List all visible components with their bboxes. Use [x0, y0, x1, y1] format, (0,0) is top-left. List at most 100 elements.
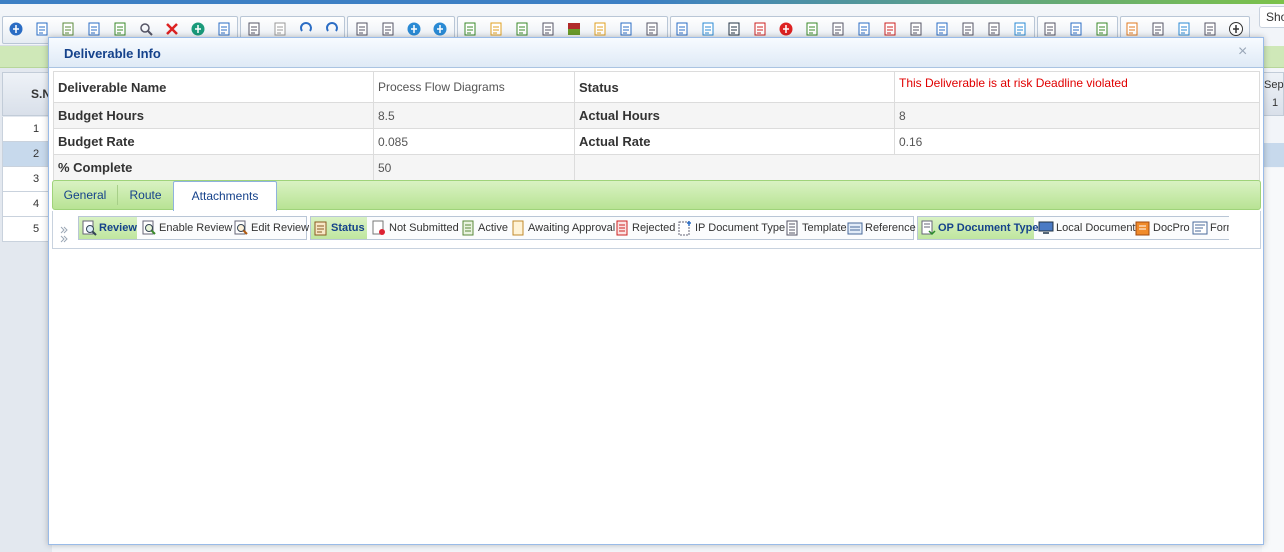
group-icon[interactable] [908, 21, 924, 37]
color-icon[interactable] [566, 21, 582, 37]
tab-route[interactable]: Route [118, 181, 173, 209]
reference-button[interactable]: Reference [845, 217, 916, 239]
link-icon[interactable] [514, 21, 530, 37]
op-document-type-button[interactable]: OP Document Type [918, 217, 1038, 239]
sheet-icon[interactable] [1124, 21, 1140, 37]
awaiting-approval-button[interactable]: Awaiting Approval [508, 217, 615, 239]
columns-icon[interactable] [462, 21, 478, 37]
refresh-icon[interactable] [190, 21, 206, 37]
tab-general[interactable]: General [53, 181, 117, 209]
delete-icon[interactable] [164, 21, 180, 37]
tab-attachments[interactable]: Attachments [173, 181, 277, 211]
back-icon[interactable] [1228, 21, 1244, 37]
chat-icon[interactable] [1012, 21, 1028, 37]
copy-doc-icon[interactable] [986, 21, 1002, 37]
new-doc-icon[interactable] [60, 21, 76, 37]
save-icon[interactable] [34, 21, 50, 37]
template-button[interactable]: Template [782, 217, 847, 239]
local-document-button[interactable]: Local Document [1036, 217, 1136, 239]
redo-icon[interactable] [324, 21, 340, 37]
globe-icon[interactable] [700, 21, 716, 37]
not-submitted-button[interactable]: Not Submitted [369, 217, 459, 239]
indent-icon[interactable] [354, 21, 370, 37]
ip-document-type-button[interactable]: IP Document Type [675, 217, 785, 239]
pencil-icon[interactable] [592, 21, 608, 37]
complete-value: 50 [373, 154, 575, 181]
ip-document-icon [677, 220, 693, 236]
info-icon[interactable] [8, 21, 24, 37]
split-icon[interactable] [540, 21, 556, 37]
enable-review-button[interactable]: Enable Review [139, 217, 232, 239]
form-button[interactable]: Form [1190, 217, 1229, 239]
export-icon[interactable] [1068, 21, 1084, 37]
copy-icon[interactable] [246, 21, 262, 37]
status-group: Status Not Submitted Active Awaiting App… [310, 216, 916, 240]
deliverable-info-dialog: Deliverable Info × Deliverable Name Proc… [48, 37, 1264, 545]
paste-icon[interactable] [272, 21, 288, 37]
status-button[interactable]: Status [311, 217, 367, 239]
close-icon[interactable]: × [1238, 43, 1247, 61]
budget-hours-value: 8.5 [373, 102, 575, 129]
status-icon [313, 220, 329, 236]
deliverable-name-value: Process Flow Diagrams [373, 71, 575, 103]
users-icon[interactable] [644, 21, 660, 37]
edit-doc-icon[interactable] [86, 21, 102, 37]
move-up-icon[interactable] [406, 21, 422, 37]
deliverable-name-label: Deliverable Name [53, 71, 374, 103]
grid-row-number[interactable]: 2 [2, 142, 52, 167]
fullscreen-icon[interactable] [216, 21, 232, 37]
local-document-label: Local Document [1056, 222, 1136, 234]
undo-icon[interactable] [298, 21, 314, 37]
grid-row-number[interactable]: 4 [2, 192, 52, 217]
budget-rate-value: 0.085 [373, 128, 575, 155]
doc-lock-icon[interactable] [674, 21, 690, 37]
template-label: Template [802, 222, 847, 234]
status-value: This Deliverable is at risk Deadline vio… [894, 71, 1260, 103]
sn-column-header[interactable]: S.N [2, 72, 52, 116]
walk-icon[interactable] [856, 21, 872, 37]
edit-icon[interactable] [618, 21, 634, 37]
dialog-header: Deliverable Info × [49, 38, 1263, 68]
rejected-button[interactable]: Rejected [612, 217, 675, 239]
assign-user-icon[interactable] [830, 21, 846, 37]
outdent-icon[interactable] [380, 21, 396, 37]
budget-hours-label: Budget Hours [53, 102, 374, 129]
notes-icon[interactable] [1202, 21, 1218, 37]
alert-icon[interactable] [778, 21, 794, 37]
columns-view-icon[interactable] [1150, 21, 1166, 37]
reference-icon [847, 220, 863, 236]
review-button[interactable]: Review [79, 217, 137, 239]
network-icon[interactable] [934, 21, 950, 37]
active-label: Active [478, 222, 508, 234]
template-icon [784, 220, 800, 236]
op-document-group: OP Document Type Local Document DocPro F… [917, 216, 1229, 240]
grid-row-number[interactable]: 5 [2, 217, 52, 242]
rejected-doc-icon [614, 220, 630, 236]
review-group: Review Enable Review Edit Review [78, 216, 309, 240]
disk-icon[interactable] [726, 21, 742, 37]
reference-label: Reference [865, 222, 916, 234]
docpro-button[interactable]: DocPro [1133, 217, 1190, 239]
print-icon[interactable] [1042, 21, 1058, 37]
edit-review-label: Edit Review [251, 222, 310, 234]
show-button[interactable]: Sho [1259, 6, 1284, 28]
search-icon[interactable] [138, 21, 154, 37]
active-doc-icon [460, 220, 476, 236]
status-label: Status [574, 71, 895, 103]
grid-row-number[interactable]: 1 [2, 117, 52, 142]
pdf-icon[interactable] [752, 21, 768, 37]
task-icon[interactable] [882, 21, 898, 37]
attachments-toolbar-clip: Review Enable Review Edit Review Status [53, 211, 1229, 249]
tab-bar: General Route Attachments [52, 180, 1261, 211]
clipboard-icon[interactable] [1176, 21, 1192, 37]
gantt-icon[interactable] [488, 21, 504, 37]
move-down-icon[interactable] [432, 21, 448, 37]
complete-label: % Complete [53, 154, 374, 181]
excel-export-icon[interactable] [1094, 21, 1110, 37]
grid-icon[interactable] [804, 21, 820, 37]
active-button[interactable]: Active [458, 217, 508, 239]
edit-review-button[interactable]: Edit Review [231, 217, 309, 239]
team-icon[interactable] [960, 21, 976, 37]
excel-icon[interactable] [112, 21, 128, 37]
grid-row-number[interactable]: 3 [2, 167, 52, 192]
